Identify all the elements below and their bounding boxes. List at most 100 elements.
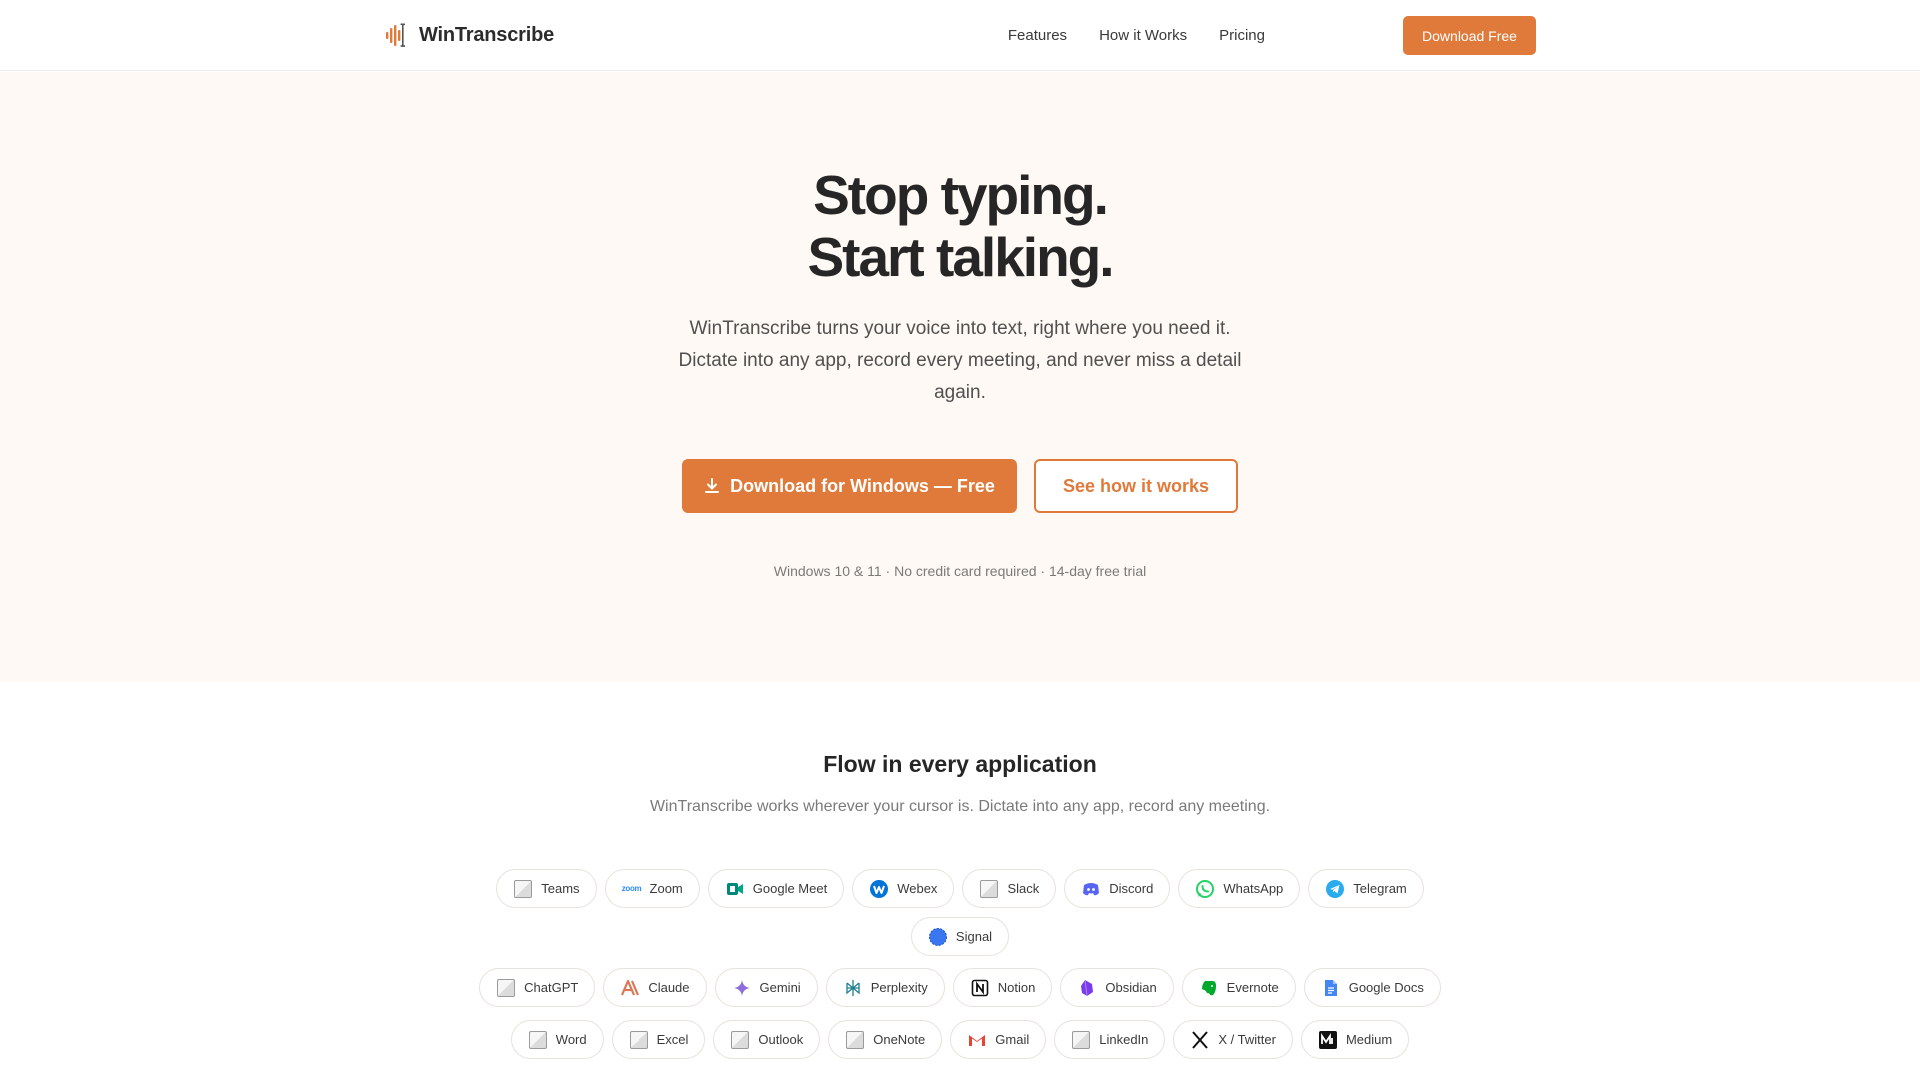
- nav-link-features[interactable]: Features: [1008, 27, 1067, 44]
- app-chip-webex[interactable]: Webex: [852, 869, 955, 908]
- claude-icon: [620, 978, 640, 998]
- hero-title: Stop typing. Start talking.: [0, 164, 1920, 288]
- hero-subtitle: WinTranscribe turns your voice into text…: [678, 318, 1242, 403]
- nav-link-pricing[interactable]: Pricing: [1219, 27, 1265, 44]
- download-free-button[interactable]: Download Free: [1403, 16, 1536, 55]
- waveform-logo-icon: [386, 23, 405, 47]
- broken-image-icon: [1071, 1030, 1091, 1050]
- broken-image-icon: [528, 1030, 548, 1050]
- app-chip-x-twitter[interactable]: X / Twitter: [1173, 1020, 1293, 1059]
- broken-image-icon: [845, 1030, 865, 1050]
- app-label: Webex: [897, 881, 938, 896]
- app-chip-outlook[interactable]: Outlook: [713, 1020, 821, 1059]
- app-chip-telegram[interactable]: Telegram: [1308, 869, 1424, 908]
- app-row-2: Signal: [0, 917, 1920, 956]
- broken-image-icon: [629, 1030, 649, 1050]
- app-label: Google Docs: [1348, 980, 1424, 995]
- hero-note: Windows 10 & 11 · No credit card require…: [773, 563, 1147, 579]
- app-chip-slack[interactable]: Slack: [962, 869, 1057, 908]
- app-label: Word: [555, 1032, 587, 1047]
- app-label: Teams: [541, 881, 580, 896]
- nav-link-how-it-works[interactable]: How it Works: [1099, 27, 1187, 44]
- download-windows-button[interactable]: Download for Windows — Free: [682, 459, 1017, 513]
- app-label: Gmail: [995, 1032, 1030, 1047]
- app-chip-medium[interactable]: Medium: [1300, 1020, 1410, 1059]
- see-how-it-works-button[interactable]: See how it works: [1034, 459, 1238, 513]
- app-label: ChatGPT: [524, 980, 579, 995]
- app-label: Discord: [1109, 881, 1154, 896]
- app-chip-perplexity[interactable]: Perplexity: [825, 968, 945, 1007]
- medium-icon: [1318, 1030, 1338, 1050]
- app-chip-chatgpt[interactable]: ChatGPT: [479, 968, 596, 1007]
- app-label: Google Meet: [752, 881, 828, 896]
- app-label: Notion: [997, 980, 1036, 995]
- whatsapp-icon: [1195, 879, 1215, 899]
- app-chip-onenote[interactable]: OneNote: [828, 1020, 943, 1059]
- app-row-4: Word Excel Outlook OneNote Gmail LinkedI…: [0, 1020, 1920, 1059]
- app-label: X / Twitter: [1218, 1032, 1276, 1047]
- app-label: Claude: [648, 980, 690, 995]
- google-docs-icon: [1321, 978, 1341, 998]
- evernote-icon: [1199, 978, 1219, 998]
- app-label: Telegram: [1353, 881, 1407, 896]
- app-label: Gemini: [759, 980, 801, 995]
- discord-icon: [1081, 879, 1101, 899]
- app-row-3: ChatGPT Claude Gemini Perplexity Notion …: [0, 968, 1920, 1007]
- app-chip-linkedin[interactable]: LinkedIn: [1054, 1020, 1166, 1059]
- app-chip-word[interactable]: Word: [510, 1020, 604, 1059]
- telegram-icon: [1325, 879, 1345, 899]
- webex-icon: [869, 879, 889, 899]
- download-icon: [705, 478, 720, 493]
- perplexity-icon: [843, 978, 863, 998]
- hero-section: Stop typing. Start talking. WinTranscrib…: [0, 72, 1920, 682]
- nav-links: Features How it Works Pricing: [1008, 0, 1265, 71]
- zoom-icon: zoom: [621, 884, 642, 893]
- app-chip-gemini[interactable]: Gemini: [714, 968, 818, 1007]
- gemini-icon: [732, 978, 752, 998]
- app-label: Medium: [1345, 1032, 1393, 1047]
- download-windows-label: Download for Windows — Free: [730, 475, 995, 496]
- gmail-icon: [967, 1030, 987, 1050]
- brand-name: WinTranscribe: [419, 23, 555, 46]
- broken-image-icon: [979, 879, 999, 899]
- app-chip-whatsapp[interactable]: WhatsApp: [1178, 869, 1301, 908]
- google-meet-icon: [725, 879, 745, 899]
- obsidian-icon: [1077, 978, 1097, 998]
- app-chip-zoom[interactable]: zoom Zoom: [604, 869, 700, 908]
- app-label: OneNote: [873, 1032, 926, 1047]
- app-chip-discord[interactable]: Discord: [1064, 869, 1171, 908]
- app-chip-obsidian[interactable]: Obsidian: [1060, 968, 1174, 1007]
- hero-title-line1: Stop typing.: [813, 164, 1109, 226]
- signal-icon: [928, 927, 948, 947]
- app-chip-teams[interactable]: Teams: [496, 869, 597, 908]
- broken-image-icon: [730, 1030, 750, 1050]
- hero-title-line2: Start talking.: [807, 226, 1114, 288]
- apps-subtitle: WinTranscribe works wherever your cursor…: [649, 798, 1271, 815]
- app-chip-excel[interactable]: Excel: [611, 1020, 706, 1059]
- apps-title: Flow in every application: [823, 751, 1097, 777]
- broken-image-icon: [496, 978, 516, 998]
- app-label: WhatsApp: [1223, 881, 1284, 896]
- top-nav: WinTranscribe Features How it Works Pric…: [0, 0, 1920, 71]
- notion-icon: [970, 978, 990, 998]
- app-chip-evernote[interactable]: Evernote: [1181, 968, 1296, 1007]
- app-chip-claude[interactable]: Claude: [603, 968, 707, 1007]
- app-chip-google-meet[interactable]: Google Meet: [707, 869, 845, 908]
- app-chip-notion[interactable]: Notion: [952, 968, 1053, 1007]
- app-label: LinkedIn: [1099, 1032, 1149, 1047]
- app-label: Perplexity: [870, 980, 928, 995]
- app-row-1: Teams zoom Zoom Google Meet Webex Slack …: [0, 869, 1920, 908]
- broken-image-icon: [513, 879, 533, 899]
- app-label: Signal: [955, 929, 993, 944]
- app-label: Outlook: [758, 1032, 804, 1047]
- app-chip-signal[interactable]: Signal: [910, 917, 1010, 956]
- app-label: Slack: [1007, 881, 1040, 896]
- app-label: Zoom: [649, 881, 683, 896]
- app-label: Evernote: [1226, 980, 1279, 995]
- logo[interactable]: WinTranscribe: [385, 20, 554, 50]
- app-chip-google-docs[interactable]: Google Docs: [1303, 968, 1441, 1007]
- app-label: Excel: [656, 1032, 689, 1047]
- app-chip-gmail[interactable]: Gmail: [950, 1020, 1047, 1059]
- app-label: Obsidian: [1105, 980, 1157, 995]
- x-twitter-icon: [1190, 1030, 1210, 1050]
